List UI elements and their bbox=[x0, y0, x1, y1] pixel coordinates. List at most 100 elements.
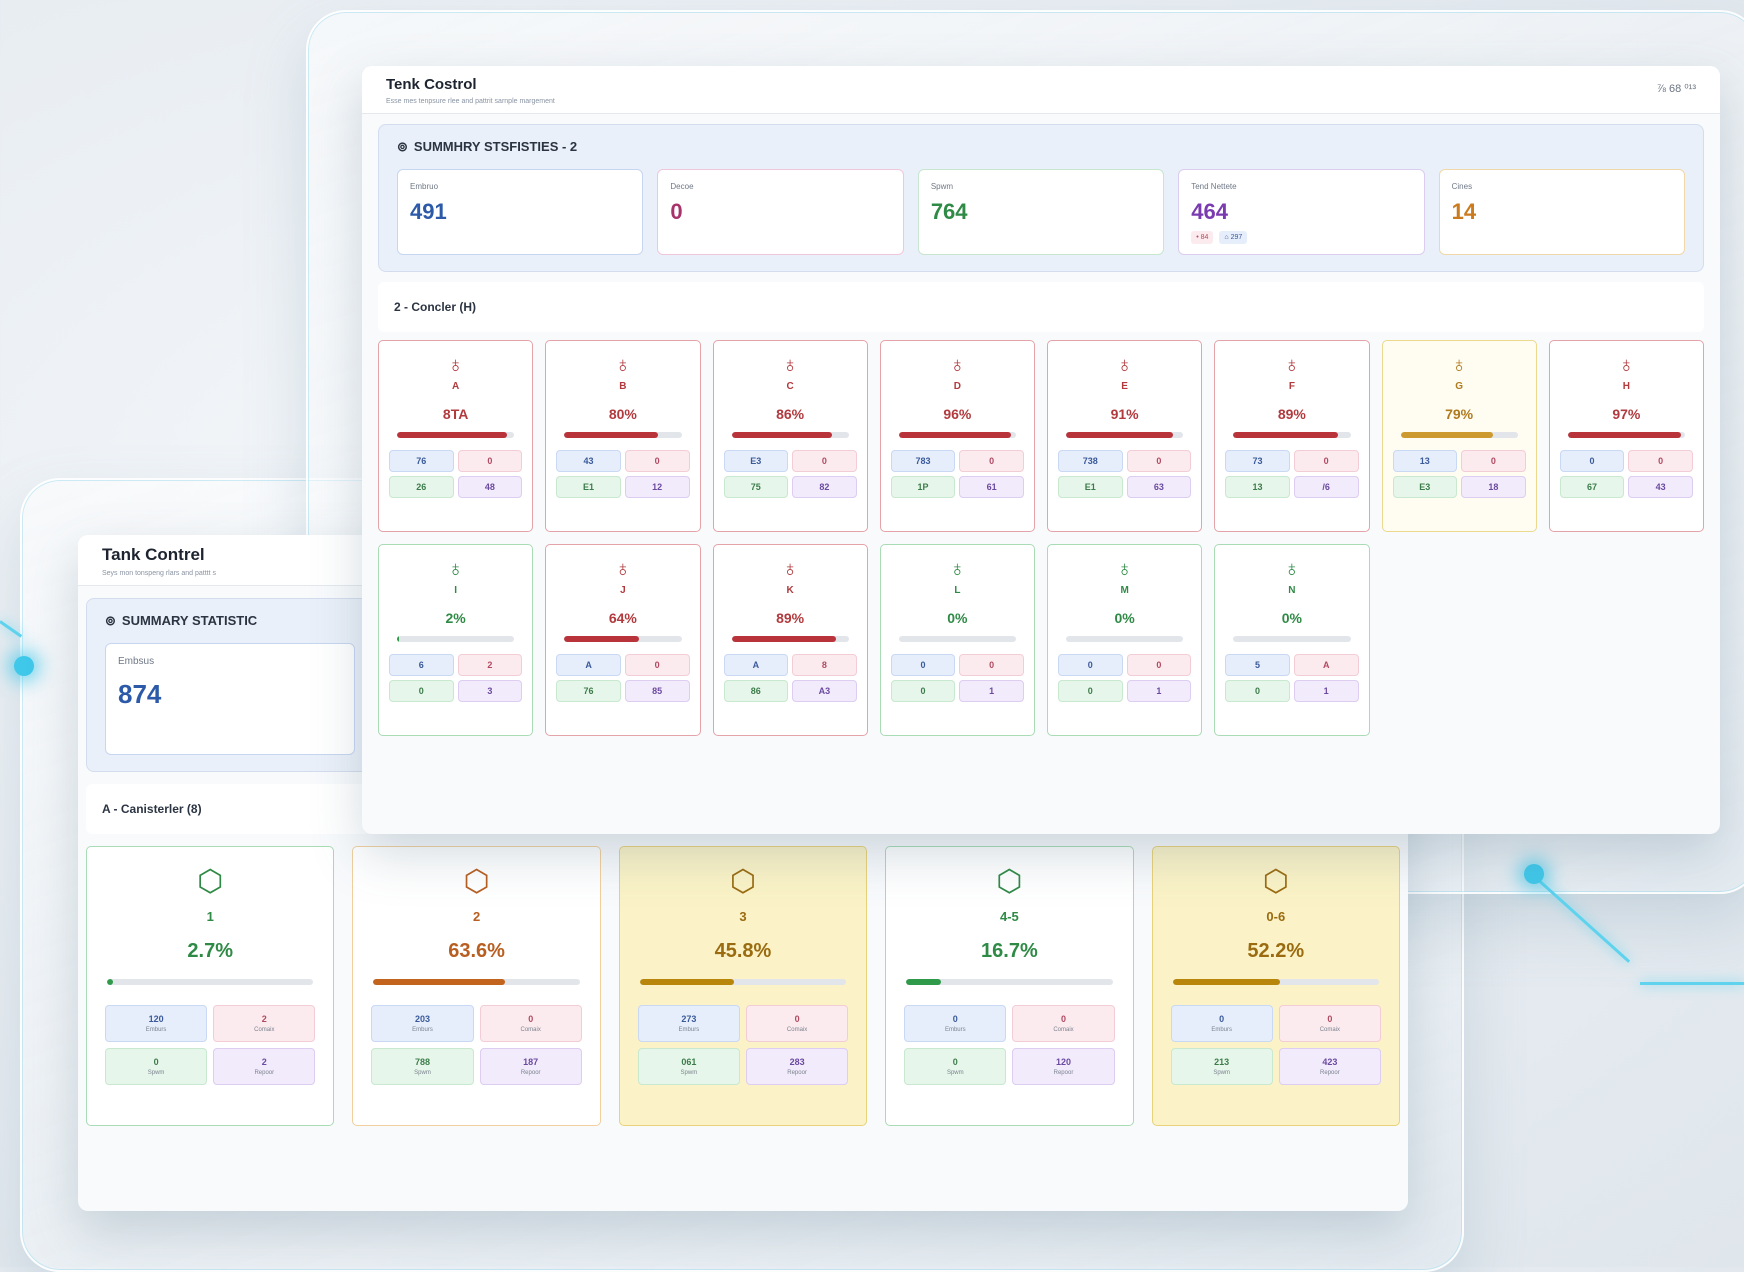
mini-stat[interactable]: 2 bbox=[457, 654, 523, 676]
tank-card[interactable]: ♁ J 64% A 0 76 85 bbox=[545, 544, 701, 736]
section-header[interactable]: 2 - Concler (H) bbox=[378, 282, 1704, 332]
tank-card[interactable]: ♁ L 0% 0 0 0 1 bbox=[879, 544, 1035, 736]
mini-stat[interactable]: 0 bbox=[1461, 450, 1526, 472]
mini-stat[interactable]: 0 bbox=[1293, 450, 1359, 472]
mini-stat[interactable]: E1 bbox=[1058, 476, 1123, 498]
mini-stat[interactable]: 0 bbox=[624, 654, 690, 676]
mini-stat[interactable]: 13 bbox=[1392, 450, 1458, 472]
mini-stat[interactable]: A3 bbox=[792, 680, 857, 702]
stat-card[interactable]: Embsus 874 bbox=[105, 643, 355, 755]
mini-stat[interactable]: 0 Comaix bbox=[745, 1005, 849, 1042]
mini-stat[interactable]: 82 bbox=[792, 476, 857, 498]
mini-stat[interactable]: 18 bbox=[1461, 476, 1526, 498]
mini-stat[interactable]: 0 Spwm bbox=[105, 1048, 208, 1085]
tank-card[interactable]: ♁ D 96% 783 0 1P 61 bbox=[879, 340, 1035, 532]
mini-stat[interactable]: 0 bbox=[959, 654, 1024, 676]
mini-stat[interactable]: 788 Spwm bbox=[371, 1048, 474, 1085]
mini-stat[interactable]: 2 Comaix bbox=[213, 1005, 316, 1042]
mini-stat[interactable]: 76 bbox=[389, 450, 454, 472]
mini-stat[interactable]: 2 Repoor bbox=[213, 1048, 316, 1085]
tank-card[interactable]: ♁ N 0% 5 A 0 1 bbox=[1214, 544, 1370, 736]
mini-stat[interactable]: 738 bbox=[1058, 450, 1123, 472]
mini-stat[interactable]: 0 bbox=[389, 680, 454, 702]
mini-stat[interactable]: 783 bbox=[890, 450, 956, 472]
tank-card[interactable]: ♁ C 86% E3 0 75 82 bbox=[712, 340, 868, 532]
tank-card[interactable]: ⬡ 1 2.7% 120 Emburs 2 Comaix 0 Spwm 2 Repoor bbox=[86, 846, 335, 1126]
mini-stat[interactable]: 187 Repoor bbox=[479, 1048, 582, 1085]
mini-stat[interactable]: 85 bbox=[624, 680, 690, 702]
mini-stat[interactable]: 86 bbox=[723, 680, 789, 702]
mini-stat[interactable]: E3 bbox=[1392, 476, 1458, 498]
mini-stat[interactable]: 203 Emburs bbox=[371, 1005, 474, 1042]
mini-stat[interactable]: 0 bbox=[1126, 450, 1192, 472]
mini-stat[interactable]: 67 bbox=[1559, 476, 1625, 498]
mini-stat[interactable]: 0 Comaix bbox=[1278, 1005, 1381, 1042]
mini-stat[interactable]: 13 bbox=[1225, 476, 1290, 498]
mini-stat[interactable]: 73 bbox=[1225, 450, 1290, 472]
mini-stat[interactable]: 6 bbox=[389, 654, 454, 676]
mini-stat[interactable]: 283 Repoor bbox=[745, 1048, 849, 1085]
mini-stat[interactable]: 120 Repoor bbox=[1012, 1048, 1115, 1085]
mini-stat[interactable]: 61 bbox=[959, 476, 1024, 498]
mini-stat[interactable]: 8 bbox=[792, 654, 857, 676]
stat-card[interactable]: Cines 14 bbox=[1438, 169, 1686, 255]
mini-stat[interactable]: 0 bbox=[1058, 680, 1123, 702]
stat-card[interactable]: Spwm 764 bbox=[917, 169, 1165, 255]
mini-stat[interactable]: 0 Comaix bbox=[479, 1005, 582, 1042]
tank-card[interactable]: ⬡ 0-6 52.2% 0 Emburs 0 Comaix 213 Spwm 423 Repoor bbox=[1151, 846, 1400, 1126]
mini-stat[interactable]: 48 bbox=[457, 476, 523, 498]
mini-stat[interactable]: /6 bbox=[1293, 476, 1359, 498]
tank-card[interactable]: ♁ A 8TA 76 0 26 48 bbox=[378, 340, 534, 532]
mini-stat[interactable]: 0 bbox=[1126, 654, 1192, 676]
mini-stat[interactable]: 0 bbox=[1058, 654, 1123, 676]
tank-card[interactable]: ♁ K 89% A 8 86 A3 bbox=[712, 544, 868, 736]
mini-stat[interactable]: 0 bbox=[959, 450, 1024, 472]
tank-card[interactable]: ♁ F 89% 73 0 13/6 bbox=[1214, 340, 1370, 532]
tank-card[interactable]: ♁ E 91% 738 0 E1 63 bbox=[1047, 340, 1203, 532]
mini-stat[interactable]: 1 bbox=[959, 680, 1024, 702]
mini-stat[interactable]: E1 bbox=[556, 476, 621, 498]
stat-card[interactable]: Decoe 0 bbox=[657, 169, 904, 255]
mini-stat[interactable]: 0 bbox=[890, 654, 956, 676]
mini-stat[interactable]: 1P bbox=[890, 476, 956, 498]
mini-stat[interactable]: 1 bbox=[1126, 680, 1192, 702]
mini-stat[interactable]: 63 bbox=[1126, 476, 1192, 498]
mini-stat[interactable]: 0 bbox=[1628, 450, 1693, 472]
mini-stat[interactable]: 0 Emburs bbox=[904, 1005, 1007, 1042]
mini-stat[interactable]: 0 bbox=[1225, 680, 1290, 702]
header-actions[interactable]: ⅞ 68 ⁰¹³ bbox=[1657, 82, 1696, 95]
tank-card[interactable]: ⬡ 4-5 16.7% 0 Emburs 0 Comaix 0 Spwm 120 Repoor bbox=[885, 846, 1134, 1126]
mini-stat[interactable]: 0 Comaix bbox=[1012, 1005, 1115, 1042]
mini-stat[interactable]: A bbox=[723, 654, 789, 676]
tank-card[interactable]: ♁ M 0% 0 0 0 1 bbox=[1047, 544, 1203, 736]
mini-stat[interactable]: 3 bbox=[457, 680, 523, 702]
tank-card[interactable]: ⬡ 2 63.6% 203 Emburs 0 Comaix 788 Spwm 187 Repoor bbox=[352, 846, 601, 1126]
mini-stat[interactable]: 26 bbox=[389, 476, 454, 498]
tank-card[interactable]: ♁ B 80% 43 0 E1 12 bbox=[545, 340, 701, 532]
mini-stat[interactable]: 5 bbox=[1225, 654, 1290, 676]
tank-card[interactable]: ♁ H 97% 0 0 67 43 bbox=[1548, 340, 1704, 532]
mini-stat[interactable]: 0 bbox=[457, 450, 523, 472]
mini-stat[interactable]: 061 Spwm bbox=[637, 1048, 740, 1085]
mini-stat[interactable]: A bbox=[556, 654, 621, 676]
mini-stat[interactable]: 12 bbox=[624, 476, 690, 498]
mini-stat[interactable]: 43 bbox=[1628, 476, 1693, 498]
mini-stat[interactable]: 120 Emburs bbox=[105, 1005, 208, 1042]
mini-stat[interactable]: 76 bbox=[556, 680, 621, 702]
mini-stat[interactable]: 0 bbox=[890, 680, 956, 702]
tank-card[interactable]: ♁ G 79% 13 0 E3 18 bbox=[1381, 340, 1537, 532]
tank-card[interactable]: ⬡ 3 45.8% 273 Emburs 0 Comaix 061 Spwm 283 Repoor bbox=[618, 846, 868, 1126]
stat-card[interactable]: Tend Nettete 464 • 84 ⌂ 297 bbox=[1178, 169, 1425, 255]
mini-stat[interactable]: 75 bbox=[723, 476, 789, 498]
mini-stat[interactable]: 0 bbox=[1559, 450, 1625, 472]
mini-stat[interactable]: A bbox=[1293, 654, 1359, 676]
mini-stat[interactable]: 0 bbox=[792, 450, 857, 472]
mini-stat[interactable]: 273 Emburs bbox=[637, 1005, 740, 1042]
stat-card[interactable]: Embruo 491 bbox=[397, 169, 644, 255]
mini-stat[interactable]: 213 Spwm bbox=[1170, 1048, 1273, 1085]
mini-stat[interactable]: 43 bbox=[556, 450, 621, 472]
mini-stat[interactable]: 423 Repoor bbox=[1278, 1048, 1381, 1085]
mini-stat[interactable]: E3 bbox=[723, 450, 789, 472]
mini-stat[interactable]: 0 Emburs bbox=[1170, 1005, 1273, 1042]
mini-stat[interactable]: 0 Spwm bbox=[904, 1048, 1007, 1085]
